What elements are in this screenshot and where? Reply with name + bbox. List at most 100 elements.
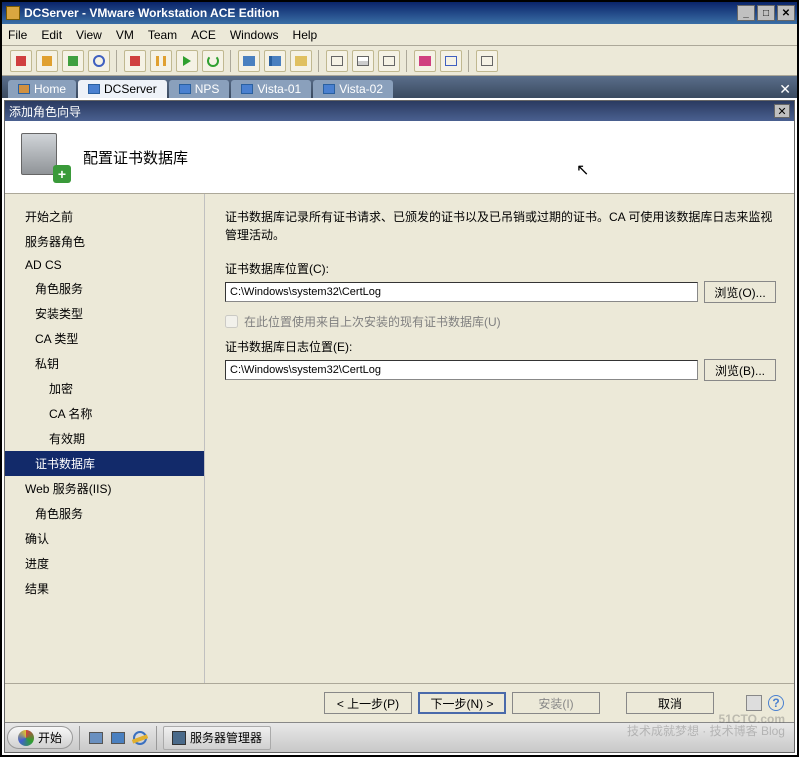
- vmware-titlebar: DCServer - VMware Workstation ACE Editio…: [2, 2, 797, 24]
- toolbar-manage-icon[interactable]: [290, 50, 312, 72]
- nav-iis-role-services[interactable]: 角色服务: [5, 501, 204, 526]
- tab-home[interactable]: Home: [8, 80, 76, 98]
- wizard-content: 证书数据库记录所有证书请求、已颁发的证书以及已吊销或过期的证书。CA 可使用该数…: [205, 194, 794, 683]
- log-location-input[interactable]: [225, 360, 698, 380]
- nav-private-key[interactable]: 私钥: [5, 351, 204, 376]
- nav-confirm[interactable]: 确认: [5, 526, 204, 551]
- tab-vista01-label: Vista-01: [257, 82, 301, 96]
- tab-nps-label: NPS: [195, 82, 220, 96]
- nav-server-roles[interactable]: 服务器角色: [5, 229, 204, 254]
- nav-results[interactable]: 结果: [5, 576, 204, 601]
- db-location-label: 证书数据库位置(C):: [225, 260, 776, 277]
- vm-icon: [179, 84, 191, 94]
- vmware-maximize-button[interactable]: □: [757, 5, 775, 21]
- start-label: 开始: [38, 729, 62, 746]
- wizard-header: + 配置证书数据库: [5, 121, 794, 194]
- reuse-label: 在此位置使用来自上次安装的现有证书数据库(U): [244, 313, 501, 330]
- toolbar-snapshot-icon[interactable]: [238, 50, 260, 72]
- browse-b-button[interactable]: 浏览(B)...: [704, 359, 776, 381]
- toolbar-fullscreen-icon[interactable]: [378, 50, 400, 72]
- quicklaunch-ie-icon[interactable]: [130, 728, 150, 748]
- menu-team[interactable]: Team: [148, 28, 177, 42]
- toolbar-sidebar-icon[interactable]: [326, 50, 348, 72]
- toolbar-restart-icon[interactable]: [202, 50, 224, 72]
- nav-setup-type[interactable]: 安装类型: [5, 301, 204, 326]
- taskbar-server-manager[interactable]: 服务器管理器: [163, 726, 271, 750]
- guest-area: 添加角色向导 ✕ + 配置证书数据库 开始之前 服务器角色 AD CS 角色服务…: [4, 100, 795, 753]
- server-manager-label: 服务器管理器: [190, 729, 262, 746]
- tab-vista01[interactable]: Vista-01: [231, 80, 311, 98]
- vmware-app-icon: [6, 6, 20, 20]
- toolbar-power-on-icon[interactable]: [62, 50, 84, 72]
- browse-d-button[interactable]: 浏览(O)...: [704, 281, 776, 303]
- reuse-checkbox: [225, 315, 238, 328]
- toolbar-power-off-icon[interactable]: [10, 50, 32, 72]
- install-button: 安装(I): [512, 692, 600, 714]
- toolbar-revert-icon[interactable]: [264, 50, 286, 72]
- vm-icon: [88, 84, 100, 94]
- nav-progress[interactable]: 进度: [5, 551, 204, 576]
- tab-dcserver[interactable]: DCServer: [78, 80, 167, 98]
- wizard-header-icon: +: [21, 133, 69, 181]
- nav-role-services[interactable]: 角色服务: [5, 276, 204, 301]
- menu-edit[interactable]: Edit: [41, 28, 62, 42]
- tab-home-label: Home: [34, 82, 66, 96]
- toolbar-suspend-icon[interactable]: [36, 50, 58, 72]
- db-location-input[interactable]: [225, 282, 698, 302]
- vmware-close-button[interactable]: ✕: [777, 5, 795, 21]
- help-icon[interactable]: ?: [768, 695, 784, 711]
- vmware-tabs: Home DCServer NPS Vista-01 Vista-02 ✕: [2, 76, 797, 98]
- vmware-title-text: DCServer - VMware Workstation ACE Editio…: [24, 6, 279, 20]
- wizard-title: 添加角色向导: [9, 103, 81, 120]
- toolbar-reset-icon[interactable]: [88, 50, 110, 72]
- toolbar-play-icon[interactable]: [176, 50, 198, 72]
- tab-vista02[interactable]: Vista-02: [313, 80, 393, 98]
- quicklaunch-desktop-icon[interactable]: [86, 728, 106, 748]
- print-icon[interactable]: [746, 695, 762, 711]
- next-button[interactable]: 下一步(N) >: [418, 692, 506, 714]
- nav-before[interactable]: 开始之前: [5, 204, 204, 229]
- quicklaunch-explorer-icon[interactable]: [108, 728, 128, 748]
- tab-nps[interactable]: NPS: [169, 80, 230, 98]
- nav-encryption[interactable]: 加密: [5, 376, 204, 401]
- tab-vista02-label: Vista-02: [339, 82, 383, 96]
- start-button[interactable]: 开始: [7, 726, 73, 749]
- watermark: 51CTO.com 技术成就梦想 · 技术博客 Blog: [627, 713, 785, 737]
- wizard-description: 证书数据库记录所有证书请求、已颁发的证书以及已吊销或过期的证书。CA 可使用该数…: [225, 208, 776, 244]
- toolbar-pause-icon[interactable]: [150, 50, 172, 72]
- menu-view[interactable]: View: [76, 28, 102, 42]
- vmware-minimize-button[interactable]: _: [737, 5, 755, 21]
- menu-windows[interactable]: Windows: [230, 28, 279, 42]
- menu-ace[interactable]: ACE: [191, 28, 216, 42]
- nav-cert-db[interactable]: 证书数据库: [5, 451, 204, 476]
- tab-dcserver-label: DCServer: [104, 82, 157, 96]
- menu-vm[interactable]: VM: [116, 28, 134, 42]
- log-location-label: 证书数据库日志位置(E):: [225, 338, 776, 355]
- windows-orb-icon: [18, 730, 34, 746]
- nav-ca-type[interactable]: CA 类型: [5, 326, 204, 351]
- vmware-toolbar: [2, 46, 797, 76]
- toolbar-stop-icon[interactable]: [124, 50, 146, 72]
- toolbar-summary-icon[interactable]: [476, 50, 498, 72]
- nav-iis[interactable]: Web 服务器(IIS): [5, 476, 204, 501]
- toolbar-thumbnails-icon[interactable]: [352, 50, 374, 72]
- wizard-nav: 开始之前 服务器角色 AD CS 角色服务 安装类型 CA 类型 私钥 加密 C…: [5, 194, 205, 683]
- menu-help[interactable]: Help: [293, 28, 318, 42]
- toolbar-unity-icon[interactable]: [414, 50, 436, 72]
- tabs-close-button[interactable]: ✕: [779, 81, 791, 98]
- vm-icon: [323, 84, 335, 94]
- wizard-header-title: 配置证书数据库: [83, 147, 188, 168]
- menu-file[interactable]: File: [8, 28, 27, 42]
- wizard-close-button[interactable]: ✕: [774, 104, 790, 118]
- nav-validity[interactable]: 有效期: [5, 426, 204, 451]
- home-icon: [18, 84, 30, 94]
- plus-icon: +: [53, 165, 71, 183]
- wizard-body: 开始之前 服务器角色 AD CS 角色服务 安装类型 CA 类型 私钥 加密 C…: [5, 194, 794, 683]
- toolbar-capture-icon[interactable]: [440, 50, 462, 72]
- nav-ca-name[interactable]: CA 名称: [5, 401, 204, 426]
- server-manager-icon: [172, 731, 186, 745]
- vm-icon: [241, 84, 253, 94]
- cancel-button[interactable]: 取消: [626, 692, 714, 714]
- nav-adcs[interactable]: AD CS: [5, 254, 204, 276]
- prev-button[interactable]: < 上一步(P): [324, 692, 412, 714]
